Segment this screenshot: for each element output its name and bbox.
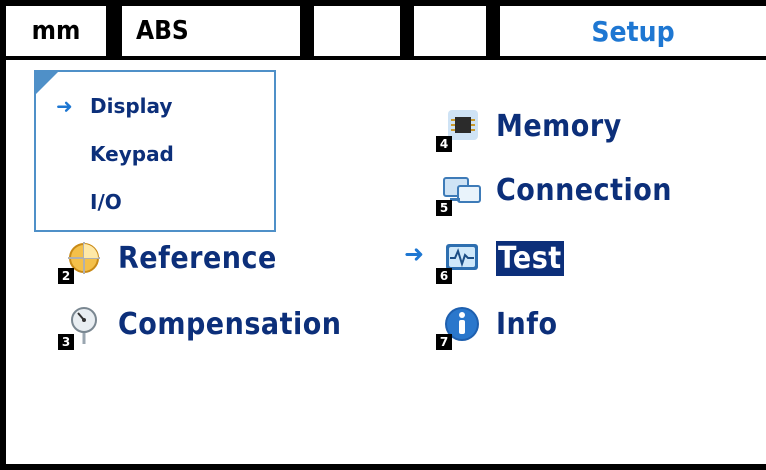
info-icon: 7 [436,304,482,350]
submenu-selection-arrow-icon: ➜ [56,94,73,118]
connection-icon: 5 [436,170,482,216]
bottom-frame [0,464,766,470]
unit-label: mm [31,16,81,46]
submenu-item-display[interactable]: Display [90,94,172,118]
compensation-icon: 3 [58,304,104,350]
menu-item-connection[interactable]: 5 Connection [436,170,673,216]
menu-item-memory[interactable]: 4 Memory [436,106,622,152]
menu-item-label: Reference [118,240,277,276]
selection-arrow-icon: ➜ [404,240,425,268]
item-number-badge: 5 [436,200,452,216]
menu-item-label: Info [496,306,558,342]
status-bar: mm ABS Setup [0,0,766,60]
menu-item-label: Test [496,240,564,276]
test-icon: 6 [436,238,482,284]
page-title: Setup [591,14,675,48]
item-number-badge: 2 [58,268,74,284]
item-number-badge: 4 [436,136,452,152]
menu-item-info[interactable]: 7 Info [436,304,558,350]
menu-item-test[interactable]: 6 Test [436,238,564,284]
status-slot-3 [314,6,400,56]
menu-item-reference[interactable]: 2 Reference [58,238,277,284]
mode-label: ABS [136,16,189,46]
reference-icon: 2 [58,238,104,284]
mode-tab[interactable]: ABS [122,6,300,56]
title-tab: Setup [500,6,766,56]
item-number-badge: 7 [436,334,452,350]
memory-chip-icon: 4 [436,106,482,152]
device-screen: mm ABS Setup ➜ Display Keypad I/O 2 Refe… [0,0,766,470]
setup-menu-area: ➜ Display Keypad I/O 2 Reference 3 Compe… [6,60,766,464]
submenu-item-io[interactable]: I/O [90,190,122,214]
menu-item-compensation[interactable]: 3 Compensation [58,304,342,350]
menu-item-label: Memory [496,108,622,144]
item-number-badge: 3 [58,334,74,350]
display-submenu: ➜ Display Keypad I/O [34,70,276,232]
unit-tab[interactable]: mm [6,6,106,56]
submenu-item-keypad[interactable]: Keypad [90,142,174,166]
status-slot-4 [414,6,486,56]
menu-item-label: Connection [496,172,673,208]
menu-item-label: Compensation [118,306,342,342]
item-number-badge: 6 [436,268,452,284]
popup-corner-marker [36,72,58,94]
